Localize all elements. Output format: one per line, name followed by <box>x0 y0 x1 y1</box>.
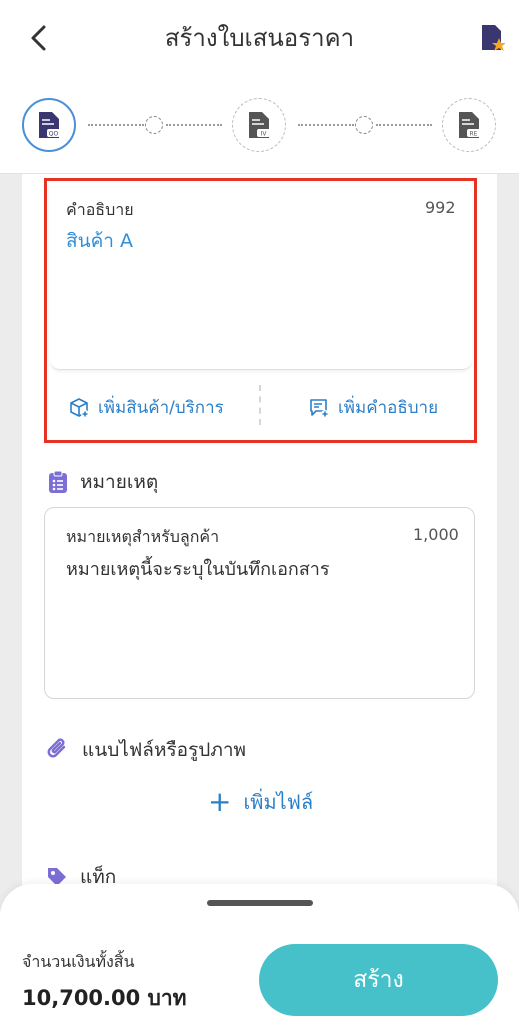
attachment-section-title: แนบไฟล์หรือรูปภาพ <box>46 735 246 765</box>
paperclip-icon <box>47 738 66 758</box>
customer-note-input[interactable]: หมายเหตุนี้จะระบุในบันทึกเอกสาร <box>66 554 330 583</box>
svg-text:RE: RE <box>470 131 478 138</box>
step-connector <box>298 124 354 126</box>
step-connector <box>88 124 144 126</box>
create-button[interactable]: สร้าง <box>259 944 498 1016</box>
clipboard-list-icon <box>49 470 67 493</box>
step-substep <box>355 116 373 134</box>
note-section-title: หมายเหตุ <box>48 467 158 497</box>
document-star-icon[interactable] <box>479 22 505 54</box>
step-invoice[interactable]: IV <box>232 98 286 152</box>
progress-stepper: QO IV RE <box>0 78 519 174</box>
top-bar: สร้างใบเสนอราคา <box>0 0 519 78</box>
document-re-icon: RE <box>459 112 480 138</box>
total-amount: 10,700.00 บาท <box>22 986 187 1010</box>
sheet-drag-handle[interactable] <box>207 900 313 906</box>
highlight-frame <box>44 178 477 443</box>
customer-note-label: หมายเหตุสำหรับลูกค้า <box>66 527 220 546</box>
add-file-label: เพิ่มไฟล์ <box>243 790 314 814</box>
add-file-button[interactable]: + เพิ่มไฟล์ <box>208 786 313 818</box>
page-title: สร้างใบเสนอราคา <box>164 24 355 52</box>
step-quotation[interactable]: QO <box>22 98 76 152</box>
step-receipt[interactable]: RE <box>442 98 496 152</box>
plus-icon: + <box>208 785 232 818</box>
document-qo-icon: QO <box>39 112 60 138</box>
note-section-label: หมายเหตุ <box>80 471 159 493</box>
step-substep <box>145 116 163 134</box>
total-label: จำนวนเงินทั้งสิ้น <box>22 952 135 971</box>
attachment-section-label: แนบไฟล์หรือรูปภาพ <box>82 739 247 761</box>
svg-text:IV: IV <box>261 131 268 138</box>
document-iv-icon: IV <box>249 112 270 138</box>
svg-text:QO: QO <box>49 131 59 138</box>
customer-note-char-count: 1,000 <box>413 525 459 544</box>
step-connector <box>376 124 432 126</box>
step-connector <box>166 124 222 126</box>
